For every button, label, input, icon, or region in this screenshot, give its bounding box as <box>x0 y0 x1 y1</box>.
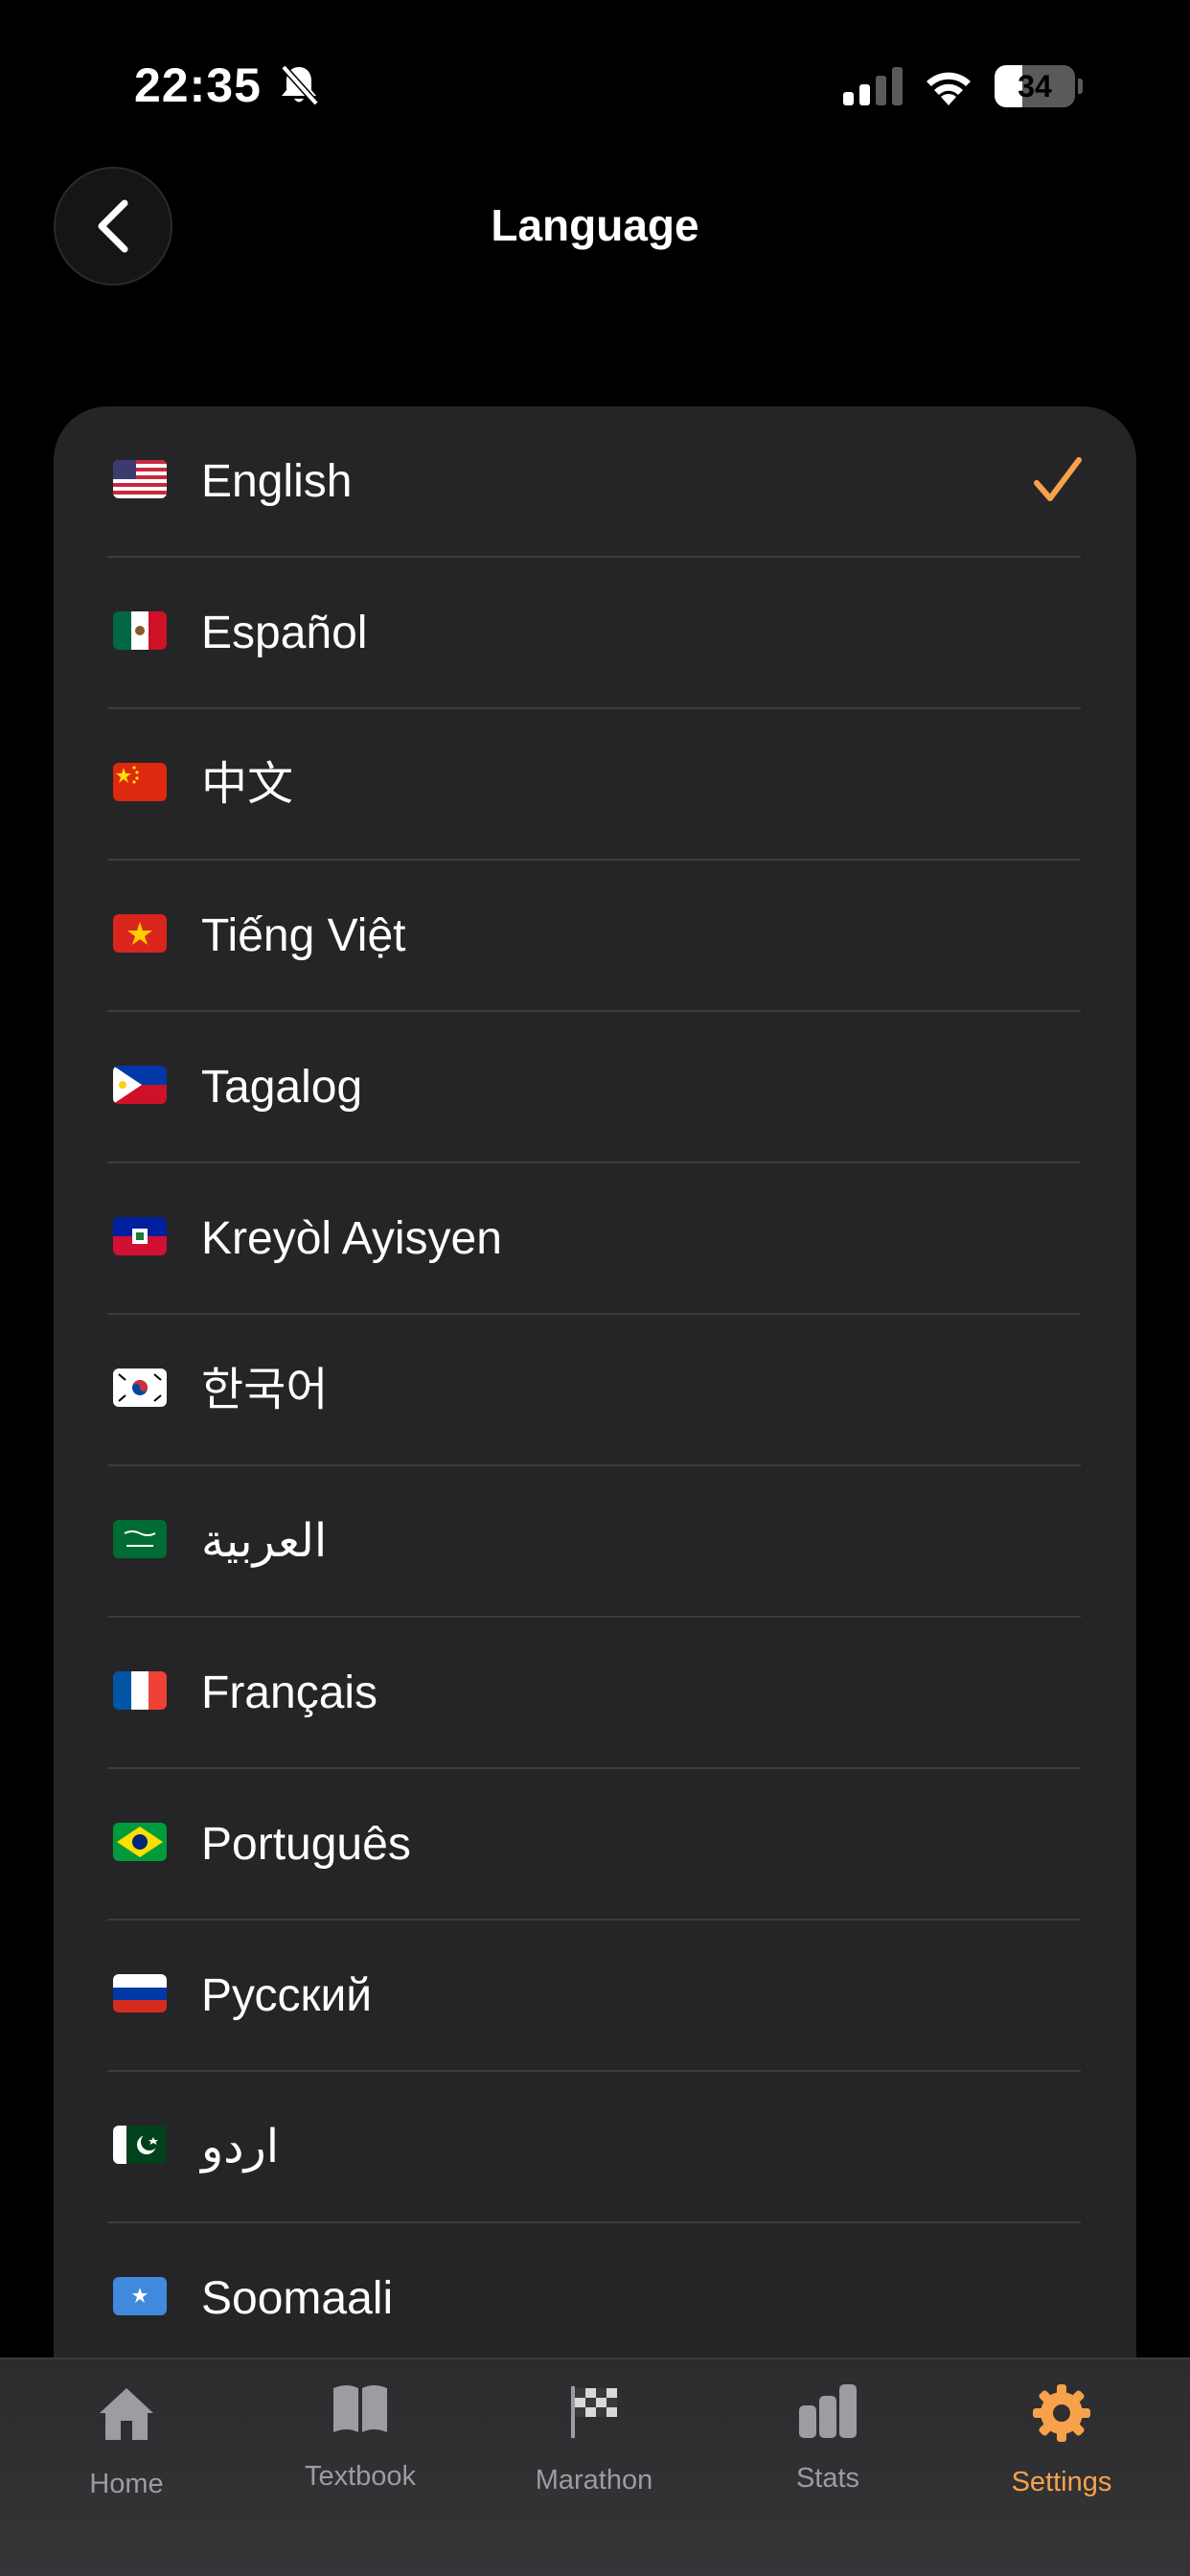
tab-bar: Home Textbook Marathon Stats Settings <box>0 2358 1190 2576</box>
france-flag-icon <box>113 1671 167 1710</box>
page-title: Language <box>491 200 699 250</box>
tab-label: Textbook <box>304 2461 417 2492</box>
language-label: 中文 <box>201 759 294 810</box>
bar-chart-icon <box>799 2384 857 2438</box>
tab-label: Marathon <box>535 2465 653 2496</box>
language-row-chinese[interactable]: 中文 <box>54 709 1136 861</box>
language-label: اردو <box>201 2122 280 2173</box>
language-label: Español <box>201 608 368 658</box>
tab-label: Stats <box>795 2463 860 2494</box>
language-label: Kreyòl Ayisyen <box>201 1213 502 1264</box>
language-list: English Español 中文 Tiếng Việt Tagalog Kr… <box>54 406 1136 2576</box>
language-label: Tiếng Việt <box>201 910 406 961</box>
us-flag-icon <box>113 460 167 498</box>
checkmark-icon <box>1034 457 1082 501</box>
battery-percent: 34 <box>1018 69 1052 104</box>
language-label: Русский <box>201 1970 373 2021</box>
battery-icon: 34 <box>995 65 1083 107</box>
tab-label: Home <box>89 2469 164 2499</box>
china-flag-icon <box>113 763 167 801</box>
language-row-tagalog[interactable]: Tagalog <box>54 1012 1136 1163</box>
language-label: 한국어 <box>201 1365 329 1415</box>
bell-slash-icon <box>281 64 319 106</box>
haiti-flag-icon <box>113 1217 167 1255</box>
vietnam-flag-icon <box>113 914 167 953</box>
language-row-arabic[interactable]: العربية <box>54 1466 1136 1618</box>
tab-textbook[interactable]: Textbook <box>241 2359 479 2576</box>
tab-stats[interactable]: Stats <box>709 2359 947 2576</box>
language-row-russian[interactable]: Русский <box>54 1920 1136 2072</box>
brazil-flag-icon <box>113 1823 167 1861</box>
language-row-urdu[interactable]: اردو <box>54 2072 1136 2223</box>
language-row-korean[interactable]: 한국어 <box>54 1315 1136 1466</box>
house-icon <box>100 2388 153 2440</box>
language-label: Tagalog <box>201 1062 363 1113</box>
language-label: العربية <box>201 1516 328 1567</box>
russia-flag-icon <box>113 1974 167 2012</box>
gear-icon <box>1033 2384 1090 2442</box>
checkered-flag-icon <box>571 2386 617 2438</box>
language-label: Soomaali <box>201 2273 394 2324</box>
tab-marathon[interactable]: Marathon <box>475 2359 713 2576</box>
language-row-english[interactable]: English <box>54 406 1136 558</box>
language-row-french[interactable]: Français <box>54 1618 1136 1769</box>
status-bar: 22:35 34 <box>0 0 1190 172</box>
language-row-haitian-creole[interactable]: Kreyòl Ayisyen <box>54 1163 1136 1315</box>
status-time: 22:35 <box>134 58 262 112</box>
language-label: English <box>201 456 353 507</box>
somalia-flag-icon <box>113 2277 167 2315</box>
philippines-flag-icon <box>113 1066 167 1104</box>
cellular-signal-icon <box>843 67 903 105</box>
language-row-somali[interactable]: Soomaali <box>54 2223 1136 2375</box>
saudi-arabia-flag-icon <box>113 1520 167 1558</box>
tab-label: Settings <box>1011 2467 1112 2497</box>
language-label: Português <box>201 1819 411 1870</box>
wifi-icon <box>927 72 971 105</box>
south-korea-flag-icon <box>113 1368 167 1407</box>
mexico-flag-icon <box>113 611 167 650</box>
tab-settings[interactable]: Settings <box>943 2359 1180 2576</box>
tab-home[interactable]: Home <box>8 2359 245 2576</box>
language-row-portuguese[interactable]: Português <box>54 1769 1136 1920</box>
language-row-spanish[interactable]: Español <box>54 558 1136 709</box>
language-row-vietnamese[interactable]: Tiếng Việt <box>54 861 1136 1012</box>
book-icon <box>333 2385 387 2432</box>
language-label: Français <box>201 1668 378 1718</box>
pakistan-flag-icon <box>113 2126 167 2164</box>
